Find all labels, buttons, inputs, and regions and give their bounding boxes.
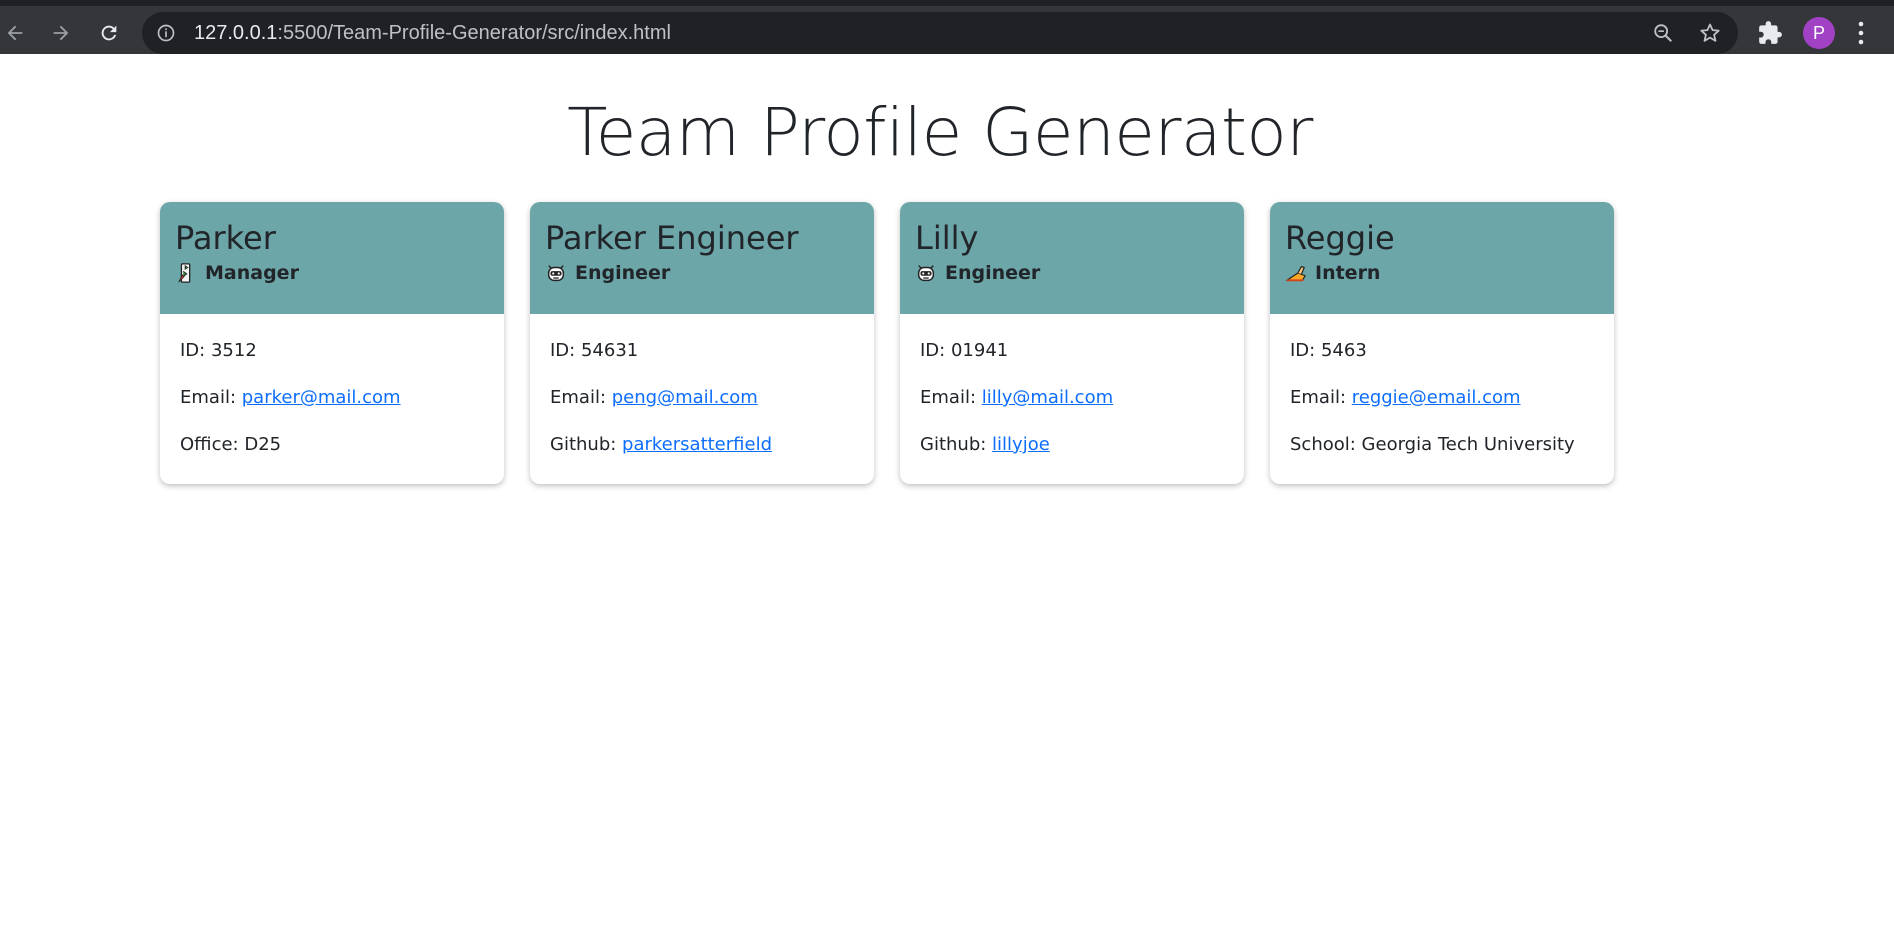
employee-email: Email: peng@mail.com	[550, 383, 854, 430]
intern-icon	[1286, 265, 1306, 282]
employee-role: Intern	[1285, 262, 1599, 284]
id-label: ID:	[180, 340, 211, 361]
id-label: ID:	[550, 340, 581, 361]
card-header: Parker Engineer Engineer	[530, 202, 874, 314]
role-label: Engineer	[945, 262, 1041, 284]
employee-name: Parker Engineer	[545, 219, 799, 257]
info-icon[interactable]	[156, 23, 176, 43]
star-icon[interactable]	[1698, 21, 1722, 45]
kebab-menu-icon[interactable]	[1856, 19, 1866, 47]
employee-id: ID: 54631	[550, 336, 854, 383]
card-header: Parker Manager	[160, 202, 504, 314]
email-label: Email:	[550, 387, 612, 408]
forward-button[interactable]	[46, 18, 76, 48]
avatar[interactable]: P	[1803, 17, 1835, 49]
id-label: ID:	[920, 340, 951, 361]
employee-card-engineer: Lilly Engineer ID: 01941 Email: lilly@ma…	[900, 202, 1244, 484]
card-header: Reggie Intern	[1270, 202, 1614, 314]
employee-school: School: Georgia Tech University	[1290, 430, 1594, 477]
employee-id: ID: 5463	[1290, 336, 1594, 383]
employee-role: Engineer	[915, 262, 1229, 284]
manager-icon	[178, 263, 191, 283]
zoom-icon[interactable]	[1652, 22, 1674, 44]
employee-id: ID: 3512	[180, 336, 484, 383]
reload-icon	[101, 25, 117, 41]
id-value: 01941	[950, 340, 1009, 361]
office-label: Office:	[180, 434, 245, 455]
role-label: Engineer	[575, 262, 671, 284]
employee-card-intern: Reggie Intern ID: 5463 Email: reggie@ema…	[1270, 202, 1614, 484]
email-link[interactable]: peng@mail.com	[612, 387, 758, 408]
card-header: Lilly Engineer	[900, 202, 1244, 314]
reload-button[interactable]	[94, 18, 124, 48]
role-label: Manager	[205, 262, 299, 284]
employee-github: Github: parkersatterfield	[550, 430, 854, 477]
github-link[interactable]: lillyjoe	[992, 434, 1050, 455]
url-path: :5500/Team-Profile-Generator/src/index.h…	[277, 22, 671, 44]
email-label: Email:	[920, 387, 982, 408]
puzzle-icon[interactable]	[1757, 20, 1783, 46]
employee-office: Office: D25	[180, 430, 484, 477]
email-label: Email:	[1290, 387, 1352, 408]
id-label: ID:	[1290, 340, 1321, 361]
employee-id: ID: 01941	[920, 336, 1224, 383]
card-body: ID: 54631 Email: peng@mail.com Github: p…	[530, 314, 874, 477]
id-value: 5463	[1320, 340, 1367, 361]
employee-name: Lilly	[915, 219, 979, 257]
employee-email: Email: reggie@email.com	[1290, 383, 1594, 430]
employee-role: Engineer	[545, 262, 859, 284]
email-link[interactable]: parker@mail.com	[242, 387, 401, 408]
school-label: School:	[1290, 434, 1362, 455]
card-body: ID: 01941 Email: lilly@mail.com Github: …	[900, 314, 1244, 477]
page-title: Team Profile Generator	[567, 94, 1313, 171]
card-body: ID: 5463 Email: reggie@email.com School:…	[1270, 314, 1614, 477]
employee-email: Email: lilly@mail.com	[920, 383, 1224, 430]
employee-email: Email: parker@mail.com	[180, 383, 484, 430]
back-button[interactable]	[0, 18, 30, 48]
url-text[interactable]: 127.0.0.1:5500/Team-Profile-Generator/sr…	[194, 22, 671, 45]
engineer-icon	[547, 265, 565, 282]
employee-card-engineer: Parker Engineer Engineer ID: 54631 Email…	[530, 202, 874, 484]
office-value: D25	[244, 434, 282, 455]
email-label: Email:	[180, 387, 242, 408]
avatar-letter: P	[1812, 22, 1825, 43]
card-body: ID: 3512 Email: parker@mail.com Office: …	[160, 314, 504, 477]
id-value: 3512	[210, 340, 257, 361]
email-link[interactable]: lilly@mail.com	[982, 387, 1113, 408]
employee-role: Manager	[175, 262, 489, 284]
github-link[interactable]: parkersatterfield	[622, 434, 772, 455]
id-value: 54631	[580, 340, 639, 361]
forward-arrow-icon	[53, 25, 69, 41]
employee-name: Reggie	[1285, 219, 1395, 257]
employee-github: Github: lillyjoe	[920, 430, 1224, 477]
address-bar[interactable]: 127.0.0.1:5500/Team-Profile-Generator/sr…	[142, 12, 1738, 54]
employee-name: Parker	[175, 219, 276, 257]
back-arrow-icon	[7, 25, 23, 41]
email-link[interactable]: reggie@email.com	[1352, 387, 1521, 408]
browser-toolbar: 127.0.0.1:5500/Team-Profile-Generator/sr…	[0, 0, 1894, 54]
github-label: Github:	[920, 434, 993, 455]
url-host: 127.0.0.1	[194, 22, 278, 44]
engineer-icon	[917, 265, 935, 282]
school-value: Georgia Tech University	[1361, 434, 1575, 455]
role-label: Intern	[1315, 262, 1381, 284]
page-content: Team Profile Generator Parker Manager ID…	[0, 54, 1894, 940]
github-label: Github:	[550, 434, 623, 455]
employee-card-manager: Parker Manager ID: 3512 Email: parker@ma…	[160, 202, 504, 484]
